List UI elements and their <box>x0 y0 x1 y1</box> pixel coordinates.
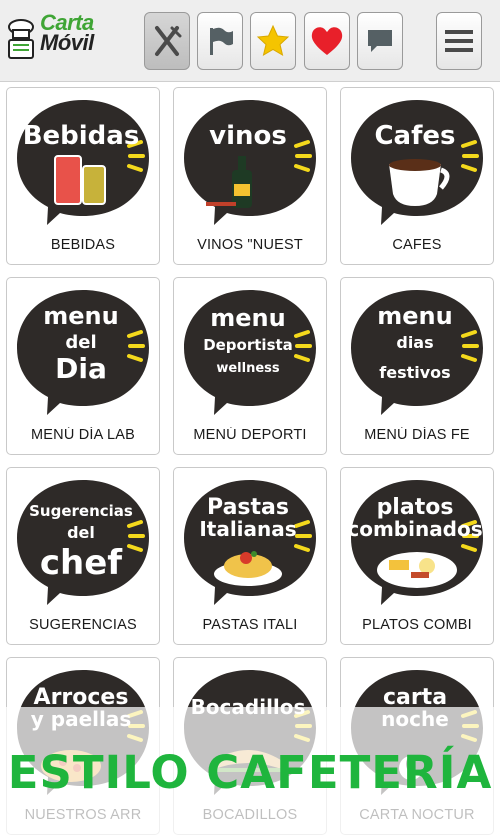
chat-icon <box>368 30 392 52</box>
bubble-artwork: Sugerencias delchef <box>17 480 149 605</box>
flag-button[interactable] <box>197 12 243 70</box>
bubble-title-line: chef <box>40 543 123 583</box>
bubble-title-line: Cafes <box>374 121 455 151</box>
menu-tile-platos-combinados[interactable]: platos combinados PLATOS COMBI <box>340 467 494 645</box>
menu-tile-sugerencias-chef[interactable]: Sugerencias del chef SUGERENCIAS <box>6 467 160 645</box>
app-logo[interactable]: Carta Móvil <box>4 12 114 64</box>
bubble-title-line: wellness <box>216 361 280 376</box>
speech-bubble <box>17 100 149 225</box>
tile-label: CAFES <box>392 237 442 253</box>
cutlery-icon <box>155 26 182 56</box>
bubble-title-line: dias <box>396 333 433 352</box>
bubble-artwork: menudelDia <box>17 290 149 415</box>
bubble-title-line: del <box>65 332 96 353</box>
flag-icon <box>210 27 233 55</box>
promo-banner: ESTILO CAFETERÍA <box>7 746 493 799</box>
bubble-artwork: vinos <box>184 100 316 225</box>
bubble-artwork: Bebidas <box>17 100 149 225</box>
bubble-title-line: menu <box>210 304 285 332</box>
tile-label: MENÚ DÍAS FE <box>364 427 470 443</box>
menu-tile-bebidas[interactable]: Bebidas BEBIDAS <box>6 87 160 265</box>
bubble-title-line: menu <box>43 302 118 330</box>
logo-text-movil: Móvil <box>40 30 94 55</box>
heart-icon <box>311 27 343 55</box>
menu-category-button[interactable] <box>144 12 190 70</box>
bubble-artwork: platoscombinados <box>347 480 483 605</box>
star-icon <box>256 24 290 57</box>
tile-label: PLATOS COMBI <box>362 617 472 633</box>
bubble-title-line: Italianas <box>199 517 296 541</box>
tile-label: MENÚ DÍA LAB <box>31 427 135 443</box>
bubble-artwork: menu Deportista wellness <box>184 290 316 415</box>
plate-illustration <box>377 552 457 588</box>
menu-tile-menu-festivos[interactable]: menu dias festivos MENÚ DÍAS FE <box>340 277 494 455</box>
bubble-title-line: del <box>67 523 95 542</box>
menu-tile-menu-deportista[interactable]: menu Deportista wellness MENÚ DEPORTI <box>173 277 327 455</box>
bubble-title-line: festivos <box>379 363 450 382</box>
app-header: Carta Móvil <box>0 0 500 82</box>
bubble-artwork: menu dias festivos <box>351 290 483 415</box>
chef-hat-icon <box>8 19 34 59</box>
menu-tile-pastas[interactable]: Pastas Italianas PASTAS ITALI <box>173 467 327 645</box>
tile-label: PASTAS ITALI <box>202 617 298 633</box>
hamburger-menu-icon <box>445 30 473 52</box>
tile-label: MENÚ DEPORTI <box>193 427 307 443</box>
likes-button[interactable] <box>304 12 350 70</box>
comments-button[interactable] <box>357 12 403 70</box>
bubble-title-line: vinos <box>209 121 287 151</box>
bubble-title-line: menu <box>377 302 452 330</box>
bubble-title-line: Sugerencias <box>29 502 133 520</box>
bubble-artwork: PastasItalianas <box>184 480 316 605</box>
menu-tile-cafes[interactable]: Cafes CAFES <box>340 87 494 265</box>
bubble-title-line: Dia <box>55 352 107 385</box>
tile-label: BEBIDAS <box>50 237 116 253</box>
bubble-title-line: Deportista <box>203 336 293 354</box>
menu-tile-menu-dia[interactable]: menu del Dia MENÚ DÍA LAB <box>6 277 160 455</box>
menu-tile-vinos[interactable]: vinos VINOS "NUEST <box>173 87 327 265</box>
favorites-button[interactable] <box>250 12 296 70</box>
bubble-title-line: combinados <box>347 517 482 541</box>
main-menu-button[interactable] <box>436 12 482 70</box>
tile-label: SUGERENCIAS <box>29 617 137 633</box>
tile-label: VINOS "NUEST <box>197 237 303 253</box>
bubble-artwork: Cafes <box>351 100 483 225</box>
bubble-title-line: Bebidas <box>23 121 140 151</box>
